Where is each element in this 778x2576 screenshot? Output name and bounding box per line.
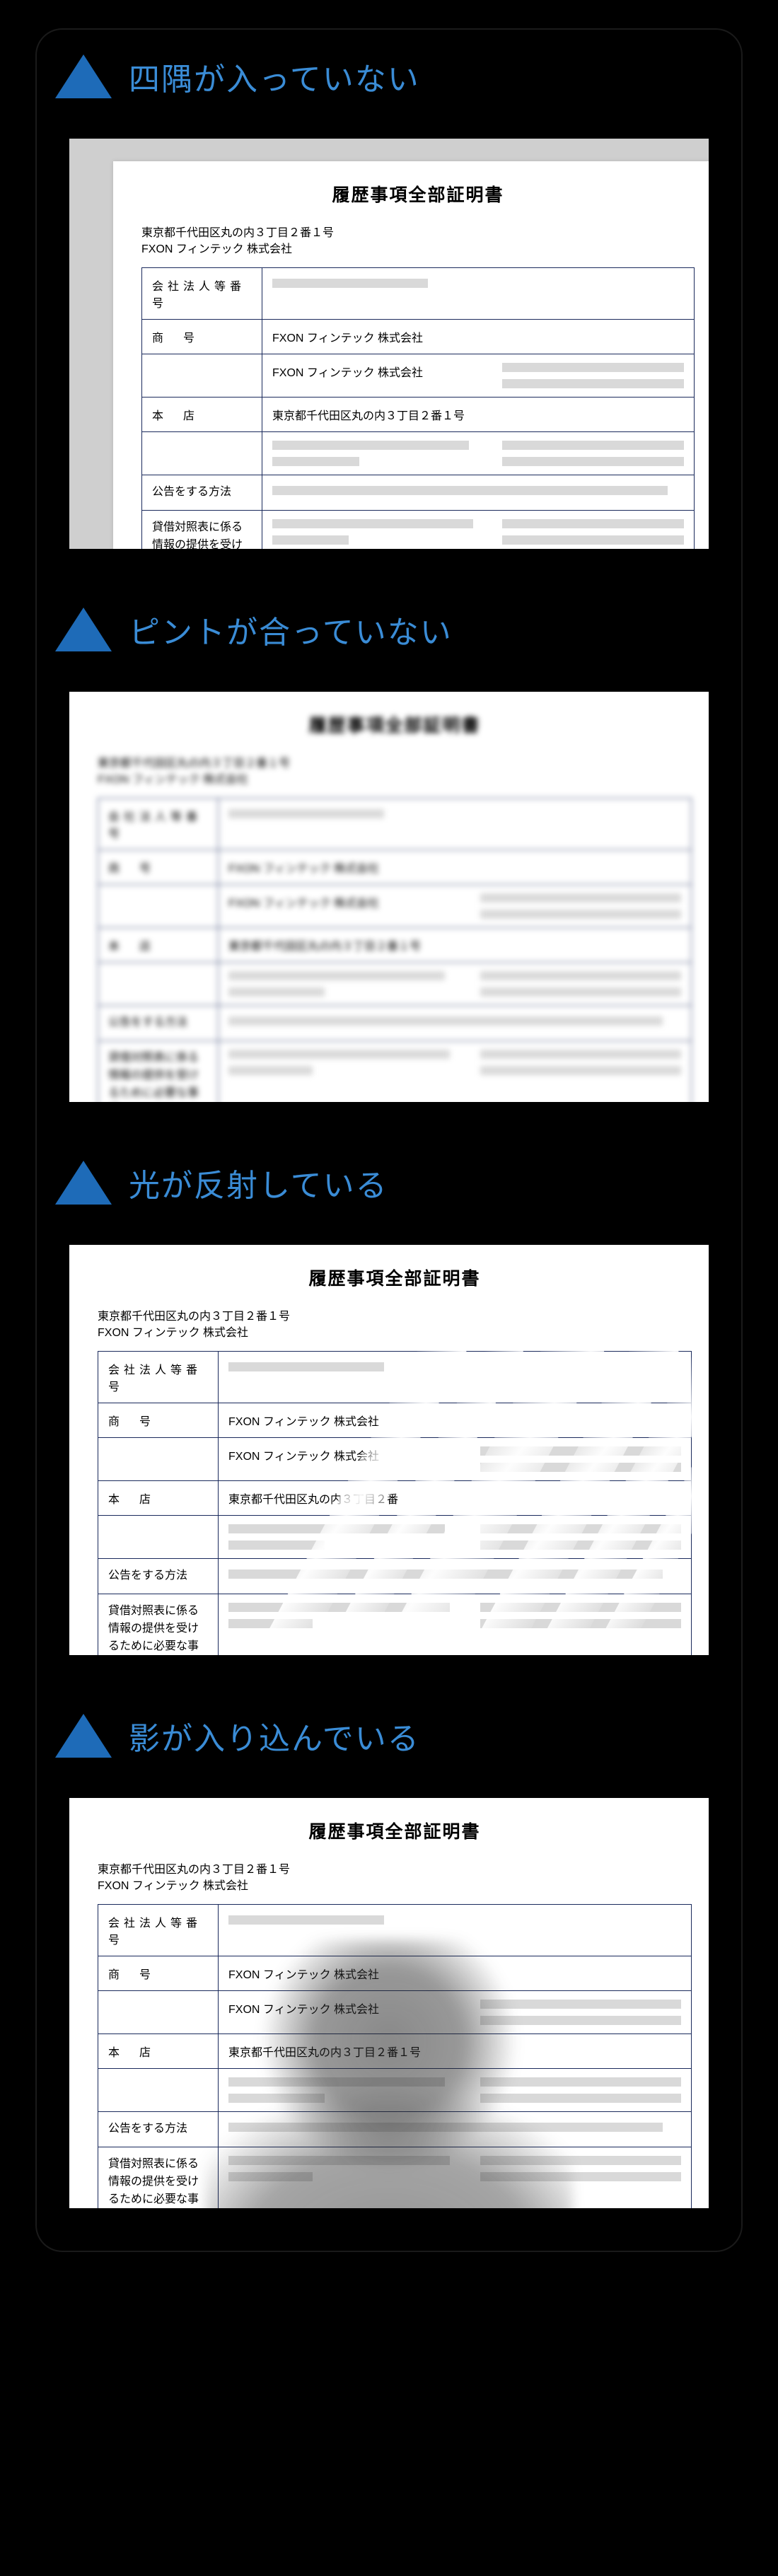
doc-title: 履歴事項全部証明書 xyxy=(141,181,695,207)
table-row xyxy=(98,963,692,1006)
document-sheet: 履歴事項全部証明書 東京都千代田区丸の内３丁目２番１号 FXON フィンテック … xyxy=(69,1798,709,2208)
table-row: 公告をする方法 xyxy=(98,1006,692,1041)
addr-line2: FXON フィンテック 株式会社 xyxy=(98,1327,248,1339)
addr-line2: FXON フィンテック 株式会社 xyxy=(98,1880,248,1892)
registry-table: 会社法人等番号 商 号 FXON フィンテック 株式会社 FXON フィンテック… xyxy=(98,1351,692,1655)
doc-address: 東京都千代田区丸の内３丁目２番１号 FXON フィンテック 株式会社 xyxy=(98,1309,692,1341)
addr-line1: 東京都千代田区丸の内３丁目２番１号 xyxy=(141,227,334,239)
warning-triangle-icon xyxy=(55,1714,112,1758)
table-row: 本 店 東京都千代田区丸の内３丁目２番１号 xyxy=(98,2034,692,2069)
addr-line1: 東京都千代田区丸の内３丁目２番１号 xyxy=(98,1311,290,1323)
heading-text: 影が入り込んでいる xyxy=(129,1713,420,1758)
doc-title: 履歴事項全部証明書 xyxy=(98,712,692,737)
preview-frame: 履歴事項全部証明書 東京都千代田区丸の内３丁目２番１号 FXON フィンテック … xyxy=(57,1232,721,1668)
table-row: 商 号 FXON フィンテック 株式会社 xyxy=(98,850,692,885)
preview-frame: 履歴事項全部証明書 東京都千代田区丸の内３丁目２番１号 FXON フィンテック … xyxy=(57,679,721,1115)
preview-image-glare: 履歴事項全部証明書 東京都千代田区丸の内３丁目２番１号 FXON フィンテック … xyxy=(69,1245,709,1655)
heading-row: 影が入り込んでいる xyxy=(35,1713,743,1758)
registry-table: 会社法人等番号 商 号 FXON フィンテック 株式会社 FXON フィンテック… xyxy=(98,798,692,1102)
heading-text: 光が反射している xyxy=(129,1160,388,1205)
preview-image-cropped: 履歴事項全部証明書 東京都千代田区丸の内３丁目２番１号 FXON フィンテック … xyxy=(69,139,709,549)
registry-table: 会社法人等番号 商 号 FXON フィンテック 株式会社 FXON フィンテック… xyxy=(98,1904,692,2208)
table-row: 会社法人等番号 xyxy=(142,268,695,320)
addr-line2: FXON フィンテック 株式会社 xyxy=(141,243,292,255)
table-row: 本 店 東京都千代田区丸の内３丁目２番１号 xyxy=(142,398,695,432)
table-row: 貸借対照表に係る情報の提供を受けるために必要な事項 xyxy=(98,2147,692,2208)
label-trade-name: 商 号 xyxy=(142,320,262,354)
table-row: 会社法人等番号 xyxy=(98,1905,692,1956)
table-row: 公告をする方法 xyxy=(98,2112,692,2147)
table-row: 会社法人等番号 xyxy=(98,799,692,850)
label-head-office: 本 店 xyxy=(142,398,262,432)
val-trade-name: FXON フィンテック 株式会社 xyxy=(262,320,695,354)
table-row: 商 号 FXON フィンテック 株式会社 xyxy=(98,1403,692,1438)
addr-line2: FXON フィンテック 株式会社 xyxy=(98,774,248,786)
table-row: 会社法人等番号 xyxy=(98,1352,692,1403)
label-notice: 公告をする方法 xyxy=(142,475,262,511)
example-cropped: 四隅が入っていない 履歴事項全部証明書 東京都千代田区丸の内３丁目２番１号 FX… xyxy=(35,54,743,562)
heading-row: 光が反射している xyxy=(35,1160,743,1205)
table-row: FXON フィンテック 株式会社 xyxy=(98,885,692,928)
preview-frame: 履歴事項全部証明書 東京都千代田区丸の内３丁目２番１号 FXON フィンテック … xyxy=(57,126,721,562)
addr-line1: 東京都千代田区丸の内３丁目２番１号 xyxy=(98,1864,290,1876)
heading-text: 四隅が入っていない xyxy=(129,54,420,99)
table-row: 貸借対照表に係る情報の提供を受けるために必要な事項 xyxy=(98,1041,692,1102)
table-row: 本 店 東京都千代田区丸の内３丁目２番１号 xyxy=(98,928,692,963)
table-row: 貸借対照表に係る情報の提供を受けるために必要な事項 xyxy=(142,511,695,549)
table-row: 貸借対照表に係る情報の提供を受けるために必要な事項 xyxy=(98,1594,692,1655)
table-row xyxy=(98,1516,692,1559)
document-sheet: 履歴事項全部証明書 東京都千代田区丸の内３丁目２番１号 FXON フィンテック … xyxy=(69,1245,709,1655)
document-sheet: 履歴事項全部証明書 東京都千代田区丸の内３丁目２番１号 FXON フィンテック … xyxy=(69,692,709,1102)
doc-address: 東京都千代田区丸の内３丁目２番１号 FXON フィンテック 株式会社 xyxy=(98,1862,692,1894)
example-shadow: 影が入り込んでいる 履歴事項全部証明書 東京都千代田区丸の内３丁目２番１号 FX… xyxy=(35,1713,743,2221)
doc-address: 東京都千代田区丸の内３丁目２番１号 FXON フィンテック 株式会社 xyxy=(141,225,695,257)
table-row: 商 号 FXON フィンテック 株式会社 xyxy=(98,1956,692,1991)
preview-image-shadow: 履歴事項全部証明書 東京都千代田区丸の内３丁目２番１号 FXON フィンテック … xyxy=(69,1798,709,2208)
heading-text: ピントが合っていない xyxy=(129,607,453,652)
table-row: 商 号 FXON フィンテック 株式会社 xyxy=(142,320,695,354)
table-row: FXON フィンテック 株式会社 xyxy=(98,1991,692,2034)
warning-triangle-icon xyxy=(55,1161,112,1205)
doc-title: 履歴事項全部証明書 xyxy=(98,1818,692,1843)
label-balance: 貸借対照表に係る情報の提供を受けるために必要な事項 xyxy=(142,511,262,549)
example-glare: 光が反射している 履歴事項全部証明書 東京都千代田区丸の内３丁目２番１号 FXO… xyxy=(35,1160,743,1668)
doc-title: 履歴事項全部証明書 xyxy=(98,1265,692,1290)
warning-triangle-icon xyxy=(55,54,112,98)
preview-image-blur: 履歴事項全部証明書 東京都千代田区丸の内３丁目２番１号 FXON フィンテック … xyxy=(69,692,709,1102)
table-row xyxy=(98,2069,692,2112)
table-row: FXON フィンテック 株式会社 xyxy=(142,354,695,398)
example-blur: ピントが合っていない 履歴事項全部証明書 東京都千代田区丸の内３丁目２番１号 F… xyxy=(35,607,743,1115)
preview-frame: 履歴事項全部証明書 東京都千代田区丸の内３丁目２番１号 FXON フィンテック … xyxy=(57,1785,721,2221)
table-row xyxy=(142,432,695,475)
label-corp-num: 会社法人等番号 xyxy=(142,268,262,320)
val-head-office: 東京都千代田区丸の内３丁目２番１号 xyxy=(262,398,695,432)
document-sheet: 履歴事項全部証明書 東京都千代田区丸の内３丁目２番１号 FXON フィンテック … xyxy=(113,161,709,549)
table-row: FXON フィンテック 株式会社 xyxy=(98,1438,692,1481)
registry-table: 会社法人等番号 商 号 FXON フィンテック 株式会社 FXON フィンテック… xyxy=(141,267,695,549)
table-row: 本 店 東京都千代田区丸の内３丁目２番 xyxy=(98,1481,692,1516)
val-trade-name-sub: FXON フィンテック 株式会社 xyxy=(272,363,491,388)
examples-container: 四隅が入っていない 履歴事項全部証明書 東京都千代田区丸の内３丁目２番１号 FX… xyxy=(35,28,743,2252)
table-row: 公告をする方法 xyxy=(142,475,695,511)
heading-row: 四隅が入っていない xyxy=(35,54,743,99)
addr-line1: 東京都千代田区丸の内３丁目２番１号 xyxy=(98,758,290,770)
heading-row: ピントが合っていない xyxy=(35,607,743,652)
warning-triangle-icon xyxy=(55,608,112,651)
doc-address: 東京都千代田区丸の内３丁目２番１号 FXON フィンテック 株式会社 xyxy=(98,755,692,788)
table-row: 公告をする方法 xyxy=(98,1559,692,1594)
